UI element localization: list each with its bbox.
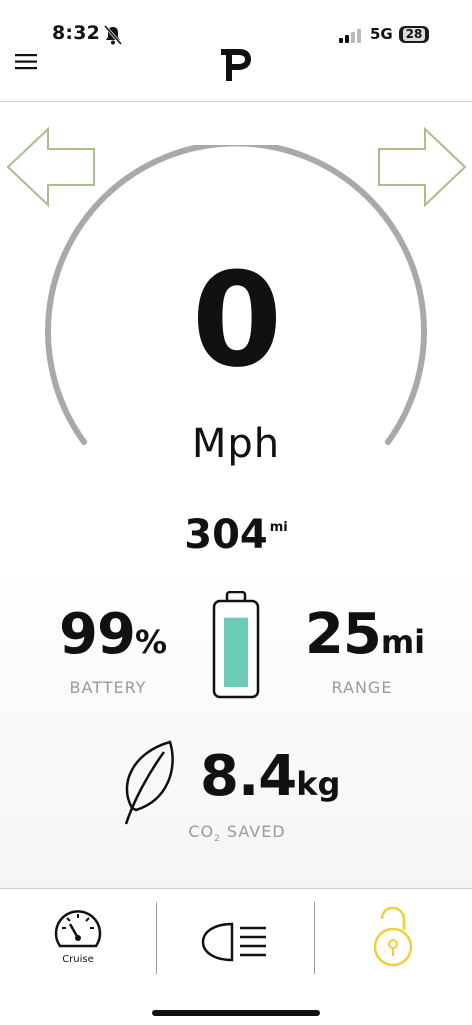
battery-stat: 99% (48, 602, 178, 667)
toolbar-divider (314, 902, 315, 974)
signal-icon (339, 29, 361, 43)
headlight-icon[interactable] (200, 920, 270, 964)
brand-logo (221, 49, 251, 81)
co2-label-subscript: 2 (214, 834, 221, 845)
phone-battery-level: 28 (402, 28, 426, 41)
battery-label: BATTERY (69, 678, 147, 697)
odometer: 304 mi (0, 512, 472, 558)
battery-fill (224, 617, 248, 687)
co2-label-prefix: CO (188, 822, 215, 841)
range-unit: mi (380, 623, 426, 661)
speed-value: 0 (191, 244, 282, 396)
network-label: 5G (370, 25, 393, 43)
toolbar-divider (156, 902, 157, 974)
co2-saved: 8.4kg (200, 744, 340, 809)
home-indicator[interactable] (152, 1010, 320, 1016)
speed-unit: Mph (191, 421, 281, 467)
range-stat: 25mi (300, 602, 430, 667)
phone-battery-badge: 28 (399, 26, 429, 43)
range-value: 25 (304, 602, 382, 667)
cruise-label: Cruise (62, 954, 94, 965)
bell-mute-icon (104, 25, 122, 45)
speedometer-icon (54, 910, 102, 948)
co2-unit: kg (296, 765, 341, 803)
status-time: 8:32 (52, 22, 101, 44)
unlock-icon[interactable] (368, 906, 418, 968)
range-label: RANGE (331, 678, 393, 697)
leaf-icon (124, 740, 174, 825)
co2-label-suffix: SAVED (220, 822, 286, 841)
battery-percent-unit: % (134, 623, 167, 661)
battery-percent-value: 99 (59, 602, 136, 667)
co2-value: 8.4 (200, 744, 297, 809)
cruise-button[interactable]: Cruise (46, 904, 110, 965)
menu-icon[interactable] (15, 54, 39, 70)
battery-icon (212, 591, 260, 699)
odometer-value: 304 (184, 512, 268, 558)
odometer-unit: mi (269, 520, 288, 535)
co2-label: CO2 SAVED (185, 822, 289, 844)
